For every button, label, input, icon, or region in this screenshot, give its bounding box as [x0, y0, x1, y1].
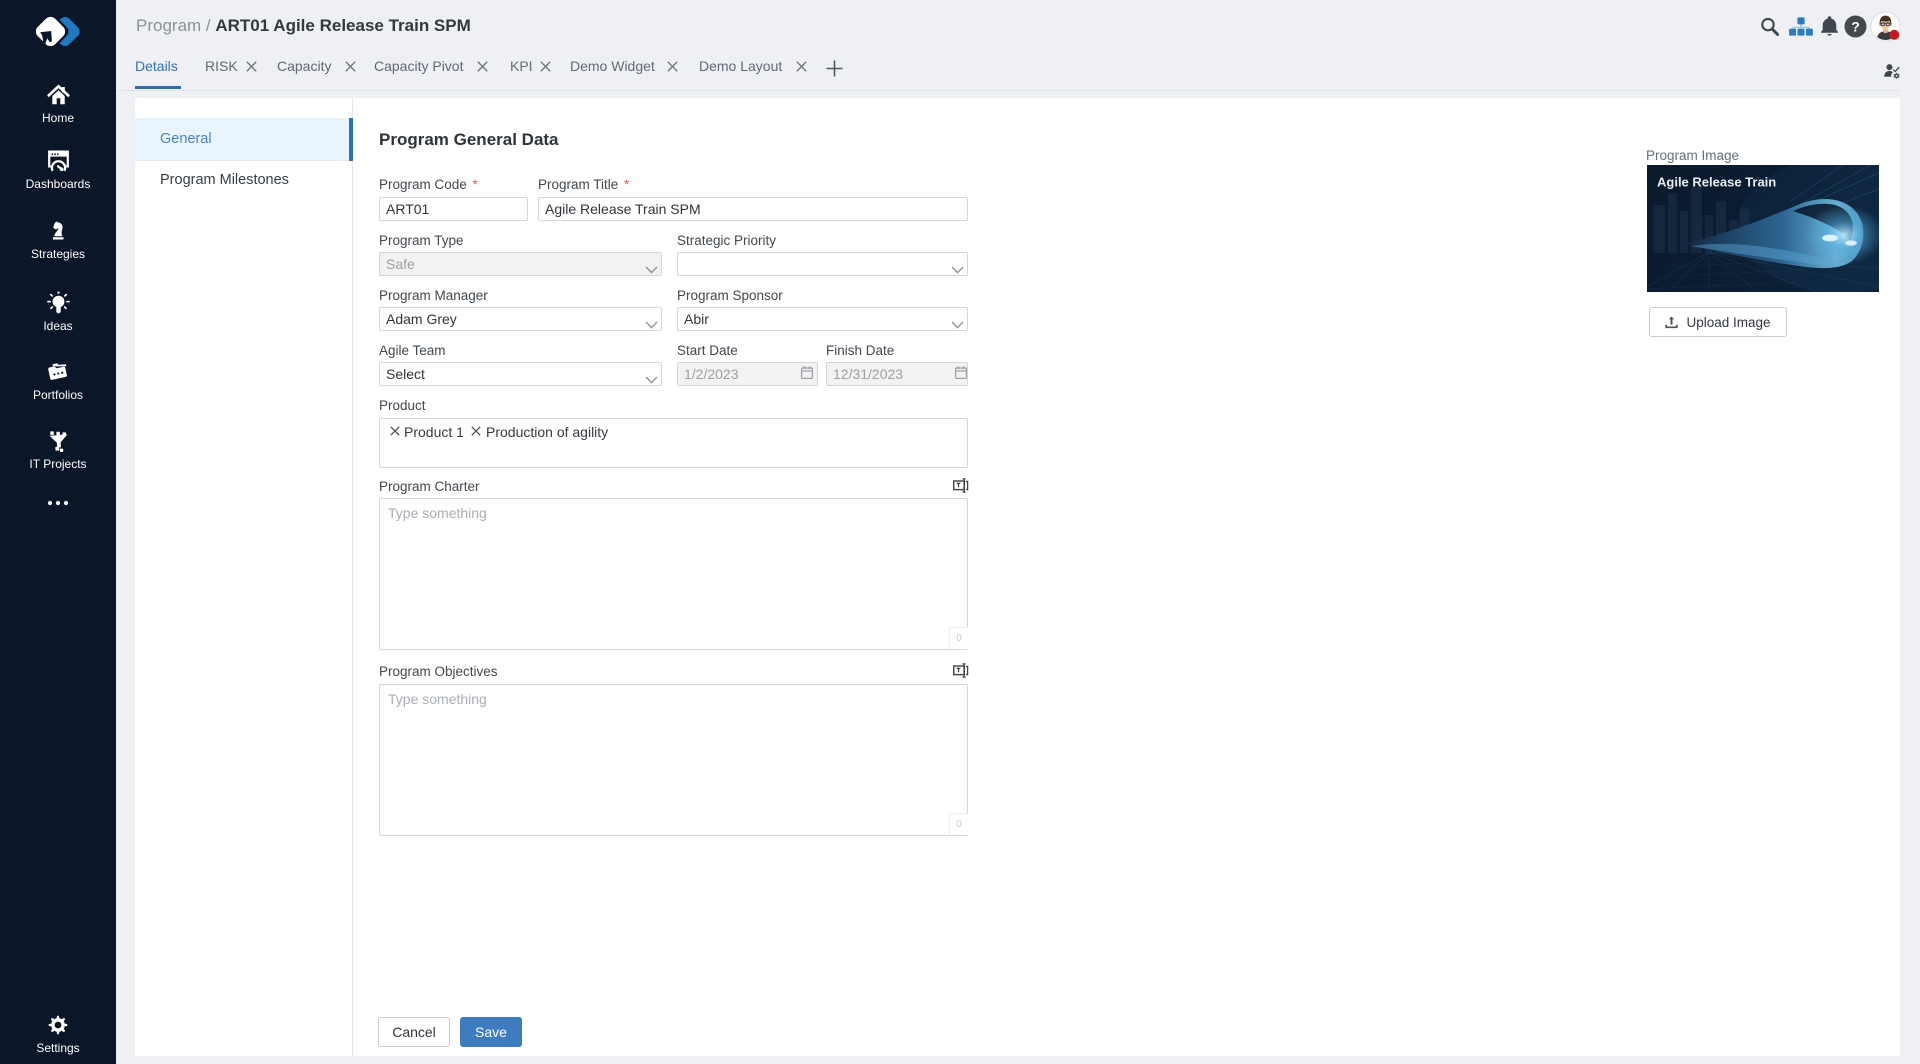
svg-text:?: ?	[1851, 18, 1860, 34]
svg-text:Agile Release Train: Agile Release Train	[1657, 175, 1776, 190]
